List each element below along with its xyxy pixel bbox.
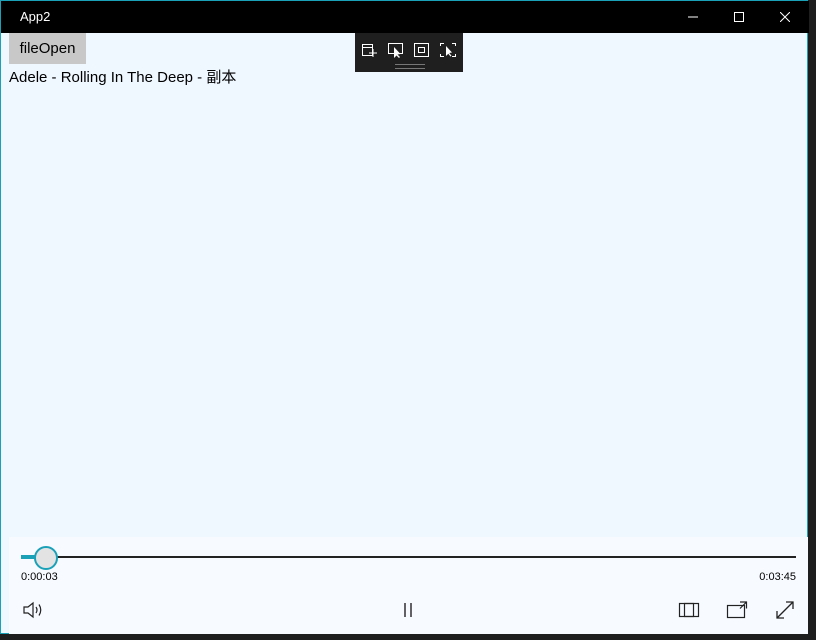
total-time: 0:03:45	[759, 571, 796, 583]
fullscreen-icon	[776, 601, 794, 619]
minimize-button[interactable]	[670, 1, 716, 33]
display-layout-adorners-icon[interactable]	[413, 41, 431, 59]
title-bar[interactable]: App2	[1, 1, 809, 33]
toolbar-grip[interactable]	[395, 64, 425, 69]
aspect-ratio-icon	[678, 602, 700, 618]
progress-thumb[interactable]	[34, 546, 58, 570]
progress-track[interactable]	[21, 556, 796, 558]
track-focus-icon[interactable]	[439, 41, 457, 59]
maximize-icon	[734, 12, 744, 22]
minimize-icon	[688, 16, 698, 18]
maximize-button[interactable]	[716, 1, 762, 33]
close-icon	[780, 12, 790, 22]
volume-icon	[23, 601, 42, 619]
app-window: App2 fileOpen Adele - Rolling In The Dee…	[0, 0, 809, 634]
xaml-debug-toolbar	[355, 33, 463, 72]
media-transport-controls: 0:00:03 0:03:45	[9, 537, 808, 634]
pause-button[interactable]	[395, 597, 421, 623]
pause-icon	[404, 603, 412, 617]
cast-icon	[726, 601, 748, 619]
song-title: Adele - Rolling In The Deep - 副本	[9, 69, 237, 86]
fullscreen-button[interactable]	[772, 597, 798, 623]
current-time: 0:00:03	[21, 571, 58, 583]
window-title: App2	[20, 9, 51, 24]
cast-button[interactable]	[724, 597, 750, 623]
volume-button[interactable]	[20, 597, 46, 623]
select-element-icon[interactable]	[387, 41, 405, 59]
close-button[interactable]	[762, 1, 808, 33]
aspect-ratio-button[interactable]	[676, 597, 702, 623]
visual-tree-icon[interactable]	[361, 41, 379, 59]
file-open-button[interactable]: fileOpen	[9, 33, 86, 64]
